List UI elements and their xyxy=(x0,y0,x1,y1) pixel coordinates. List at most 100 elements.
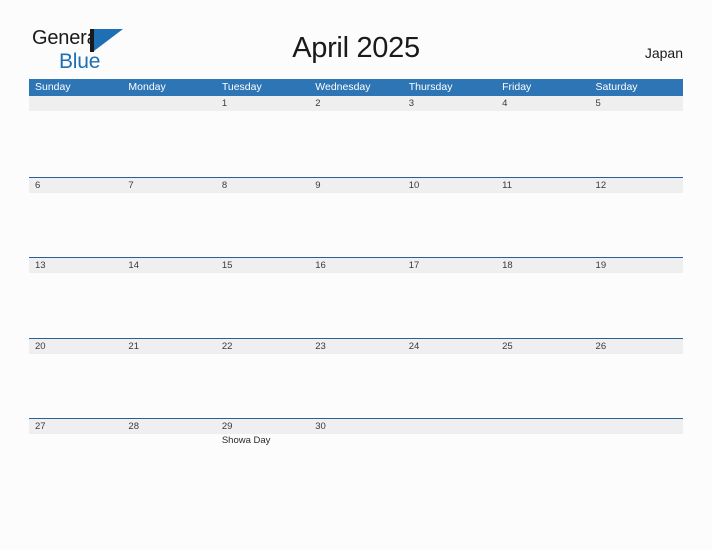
week-event-band xyxy=(29,354,683,418)
day-cell-26[interactable] xyxy=(590,354,683,418)
day-number-30[interactable]: 30 xyxy=(309,419,402,434)
day-number-27[interactable]: 27 xyxy=(29,419,122,434)
weekday-header-monday: Monday xyxy=(128,81,166,93)
day-number-18[interactable]: 18 xyxy=(496,258,589,273)
day-cell-7[interactable] xyxy=(122,193,215,257)
day-number-11[interactable]: 11 xyxy=(496,178,589,193)
calendar-week-row: 27 28 29 30 Showa Day xyxy=(29,418,683,499)
day-cell-19[interactable] xyxy=(590,273,683,337)
weekday-header-tuesday: Tuesday xyxy=(221,81,262,93)
day-cell-empty xyxy=(403,434,496,498)
day-cell-21[interactable] xyxy=(122,354,215,418)
calendar-page: General Blue April 2025 Japan Sunday Mond… xyxy=(0,0,712,550)
day-number-3[interactable]: 3 xyxy=(403,96,496,111)
day-number-28[interactable]: 28 xyxy=(122,419,215,434)
day-cell-14[interactable] xyxy=(122,273,215,337)
day-number-19[interactable]: 19 xyxy=(590,258,683,273)
day-number-empty xyxy=(403,419,496,434)
day-cell-17[interactable] xyxy=(403,273,496,337)
day-cell-18[interactable] xyxy=(496,273,589,337)
day-number-1[interactable]: 1 xyxy=(216,96,309,111)
day-cell-13[interactable] xyxy=(29,273,122,337)
day-cell-20[interactable] xyxy=(29,354,122,418)
day-number-empty xyxy=(122,96,215,111)
day-number-10[interactable]: 10 xyxy=(403,178,496,193)
day-number-26[interactable]: 26 xyxy=(590,339,683,354)
day-number-17[interactable]: 17 xyxy=(403,258,496,273)
day-number-14[interactable]: 14 xyxy=(122,258,215,273)
day-number-15[interactable]: 15 xyxy=(216,258,309,273)
day-number-29[interactable]: 29 xyxy=(216,419,309,434)
day-cell-1[interactable] xyxy=(216,111,309,175)
day-number-6[interactable]: 6 xyxy=(29,178,122,193)
country-label: Japan xyxy=(644,45,683,61)
day-number-25[interactable]: 25 xyxy=(496,339,589,354)
calendar-weeks: 1 2 3 4 5 6 7 8 9 10 11 12 13 14 15 16 17 18 19 20 21 22 23 24 2… xyxy=(29,96,683,499)
week-event-band: Showa Day xyxy=(29,434,683,498)
calendar-week-row: 13 14 15 16 17 18 19 xyxy=(29,257,683,338)
day-cell-12[interactable] xyxy=(590,193,683,257)
holiday-label: Showa Day xyxy=(221,435,271,446)
weekday-header-sunday: Sunday xyxy=(35,81,71,93)
day-cell-27[interactable] xyxy=(29,434,122,498)
week-date-band: 13 14 15 16 17 18 19 xyxy=(29,258,683,273)
day-cell-25[interactable] xyxy=(496,354,589,418)
day-cell-23[interactable] xyxy=(309,354,402,418)
day-cell-24[interactable] xyxy=(403,354,496,418)
weekday-header-saturday: Saturday xyxy=(595,81,638,93)
day-cell-22[interactable] xyxy=(216,354,309,418)
day-number-22[interactable]: 22 xyxy=(216,339,309,354)
day-number-13[interactable]: 13 xyxy=(29,258,122,273)
page-header: General Blue April 2025 Japan xyxy=(0,0,712,76)
day-cell-28[interactable] xyxy=(122,434,215,498)
day-number-empty xyxy=(590,419,683,434)
day-cell-empty xyxy=(590,434,683,498)
week-event-band xyxy=(29,193,683,257)
day-number-2[interactable]: 2 xyxy=(309,96,402,111)
day-cell-30[interactable] xyxy=(309,434,402,498)
day-number-20[interactable]: 20 xyxy=(29,339,122,354)
weekday-header-wednesday: Wednesday xyxy=(315,81,371,93)
day-cell-29[interactable]: Showa Day xyxy=(216,434,309,498)
day-number-7[interactable]: 7 xyxy=(122,178,215,193)
weekday-header-friday: Friday xyxy=(502,81,532,93)
day-number-24[interactable]: 24 xyxy=(403,339,496,354)
calendar-week-row: 6 7 8 9 10 11 12 xyxy=(29,176,683,258)
day-cell-15[interactable] xyxy=(216,273,309,337)
weekday-header-row: Sunday Monday Tuesday Wednesday Thursday Frid… xyxy=(29,79,683,96)
day-number-23[interactable]: 23 xyxy=(309,339,402,354)
week-event-band xyxy=(29,111,683,175)
day-cell-8[interactable] xyxy=(216,193,309,257)
day-number-4[interactable]: 4 xyxy=(496,96,589,111)
day-number-empty xyxy=(496,419,589,434)
day-cell-10[interactable] xyxy=(403,193,496,257)
weekday-header-thursday: Thursday xyxy=(408,81,453,93)
week-date-band: 20 21 22 23 24 25 26 xyxy=(29,338,683,354)
week-date-band: 12345 xyxy=(29,96,683,111)
day-cell-5[interactable] xyxy=(590,111,683,175)
day-number-16[interactable]: 16 xyxy=(309,258,402,273)
day-cell-empty xyxy=(122,111,215,175)
day-cell-4[interactable] xyxy=(496,111,589,175)
calendar-grid: Sunday Monday Tuesday Wednesday Thursday Frid… xyxy=(29,79,683,499)
day-number-21[interactable]: 21 xyxy=(122,339,215,354)
calendar-week-row: 12345 xyxy=(29,96,683,177)
day-number-8[interactable]: 8 xyxy=(216,178,309,193)
day-cell-16[interactable] xyxy=(309,273,402,337)
calendar-week-row: 20 21 22 23 24 25 26 xyxy=(29,337,683,419)
day-number-5[interactable]: 5 xyxy=(590,96,683,111)
week-date-band: 27 28 29 30 xyxy=(29,419,683,434)
day-cell-11[interactable] xyxy=(496,193,589,257)
day-cell-3[interactable] xyxy=(403,111,496,175)
day-number-9[interactable]: 9 xyxy=(309,178,402,193)
day-number-12[interactable]: 12 xyxy=(590,178,683,193)
week-event-band xyxy=(29,273,683,337)
day-number-empty xyxy=(29,96,122,111)
day-cell-empty xyxy=(496,434,589,498)
day-cell-6[interactable] xyxy=(29,193,122,257)
day-cell-2[interactable] xyxy=(309,111,402,175)
week-date-band: 6 7 8 9 10 11 12 xyxy=(29,177,683,193)
day-cell-9[interactable] xyxy=(309,193,402,257)
day-cell-empty xyxy=(29,111,122,175)
page-title: April 2025 xyxy=(292,32,420,64)
